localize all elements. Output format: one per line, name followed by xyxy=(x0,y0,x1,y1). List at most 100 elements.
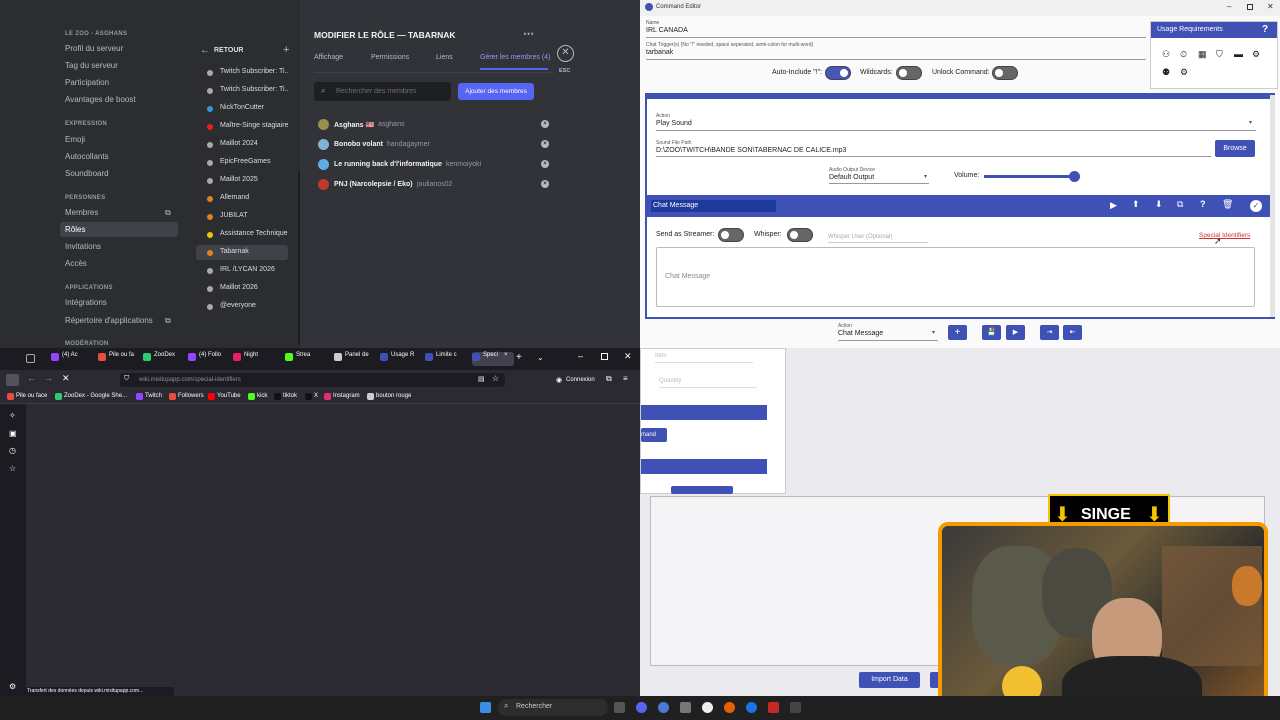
bookmark-item[interactable]: Followers xyxy=(169,393,204,400)
move-down-icon[interactable]: ⬇ xyxy=(1155,199,1163,210)
sidebar-toggle-icon[interactable] xyxy=(6,374,19,386)
volume-knob[interactable] xyxy=(1069,171,1081,182)
bookmark-item[interactable]: tiktok xyxy=(274,393,297,400)
whisper-toggle[interactable] xyxy=(787,228,813,242)
task-view-icon[interactable] xyxy=(614,702,625,713)
role-item[interactable]: IRL /LYCAN 2026 xyxy=(196,263,288,278)
start-icon[interactable] xyxy=(480,702,491,713)
delete-icon[interactable]: 🗑 xyxy=(1222,199,1233,210)
role-item[interactable]: Tabarnak xyxy=(196,245,288,260)
whisper-user-field[interactable]: Whisper User (Optional) xyxy=(828,234,892,240)
trigger-field[interactable]: tarbanak xyxy=(646,49,673,56)
action-type-select[interactable]: Play Sound xyxy=(656,120,692,127)
special-identifiers-link[interactable]: Special Identifiers xyxy=(1199,232,1250,239)
role-item[interactable]: Maître-Singe stagiaire xyxy=(196,119,288,134)
add-role-button[interactable]: + xyxy=(283,44,289,56)
browser-tab[interactable]: Night xyxy=(233,352,258,366)
back-icon[interactable]: ← xyxy=(27,373,36,383)
save-button[interactable]: 💾 xyxy=(982,325,1001,340)
role-item[interactable]: NickTonCutter xyxy=(196,101,288,116)
back-button[interactable]: RETOUR xyxy=(214,47,243,54)
dropdown-arrow-icon[interactable]: ▾ xyxy=(932,329,935,336)
synced-tabs-icon[interactable]: ▣ xyxy=(9,429,17,438)
role-item[interactable]: @everyone xyxy=(196,299,288,314)
menu-item[interactable]: Participation xyxy=(65,78,109,87)
browser-tab[interactable]: Speci × xyxy=(472,352,514,366)
maximize-button[interactable] xyxy=(1247,4,1253,10)
dropdown-arrow-icon[interactable]: ▾ xyxy=(1249,119,1252,126)
export-button[interactable]: ⇥ xyxy=(1040,325,1059,340)
back-arrow-icon[interactable]: ← xyxy=(200,45,210,56)
test-play-button[interactable]: ▶ xyxy=(1006,325,1025,340)
import-button[interactable]: ⇤ xyxy=(1063,325,1082,340)
files-icon[interactable] xyxy=(680,702,691,713)
app-icon[interactable] xyxy=(790,702,801,713)
url-bar[interactable]: ⛉ wiki.mixitupapp.com/special-identifier… xyxy=(120,373,505,387)
remove-member-icon[interactable]: × xyxy=(541,120,549,128)
menu-item[interactable]: Accès xyxy=(65,259,87,268)
tab-overview-icon[interactable] xyxy=(26,354,35,363)
role-item[interactable]: Maillot 2025 xyxy=(196,173,288,188)
minimize-button[interactable]: – xyxy=(1227,2,1231,11)
name-field[interactable]: IRL CANADA xyxy=(646,27,688,34)
check-icon[interactable]: ✓ xyxy=(1250,200,1262,212)
bookmark-item[interactable]: ZooDex - Google She... xyxy=(55,393,127,400)
bookmark-item[interactable]: YouTube xyxy=(208,393,241,400)
settings-icon[interactable]: ⚙ xyxy=(1252,49,1260,60)
tab-close-icon[interactable]: × xyxy=(504,352,508,358)
audio-device-select[interactable]: Default Output xyxy=(829,174,874,181)
role-item[interactable]: Maillot 2026 xyxy=(196,281,288,296)
bookmarks-icon[interactable]: ☆ xyxy=(9,464,16,473)
extensions-icon[interactable]: ⧉ xyxy=(606,374,612,384)
bookmark-item[interactable]: Instagram xyxy=(324,393,360,400)
browser-tab[interactable]: (4) Follo xyxy=(188,352,221,366)
close-icon[interactable]: ✕ xyxy=(557,45,574,62)
close-window-button[interactable]: ✕ xyxy=(624,351,632,362)
role-item[interactable]: Twitch Subscriber: Ti... xyxy=(196,83,288,98)
role-item[interactable]: Maillot 2024 xyxy=(196,137,288,152)
bookmark-star-icon[interactable]: ☆ xyxy=(492,374,499,383)
bookmark-item[interactable]: Twitch xyxy=(136,393,162,400)
role-item[interactable]: Allemand xyxy=(196,191,288,206)
actions-scrollbar[interactable] xyxy=(1270,95,1275,317)
currency-icon[interactable]: ▦ xyxy=(1198,49,1207,60)
inventory-icon[interactable]: ▬ xyxy=(1234,49,1243,59)
mixitup-icon[interactable] xyxy=(746,702,757,713)
minimize-button[interactable]: – xyxy=(578,351,583,361)
bookmark-item[interactable]: X xyxy=(305,393,318,400)
menu-item[interactable]: Intégrations xyxy=(65,298,107,307)
browser-tab[interactable]: ZooDex xyxy=(143,352,175,366)
auto-include-toggle[interactable] xyxy=(825,66,851,80)
menu-item[interactable]: Profil du serveur xyxy=(65,44,123,53)
action-name-field[interactable]: Chat Message xyxy=(651,200,776,212)
firefox-icon[interactable] xyxy=(724,702,735,713)
menu-item[interactable]: Autocollants xyxy=(65,152,109,161)
bookmark-item[interactable]: kick xyxy=(248,393,267,400)
volume-slider[interactable] xyxy=(984,171,1081,182)
browser-tab[interactable]: Panel de xyxy=(334,352,369,366)
browser-tab[interactable]: Usage R xyxy=(380,352,414,366)
shield-icon[interactable]: ⛉ xyxy=(124,375,129,383)
browser-tab[interactable]: Limite c xyxy=(425,352,457,366)
menu-icon[interactable]: ≡ xyxy=(623,374,628,383)
new-tab-button[interactable]: + xyxy=(516,352,522,363)
add-command-button[interactable] xyxy=(671,486,733,494)
wildcards-toggle[interactable] xyxy=(896,66,922,80)
add-members-button[interactable]: Ajouter des membres xyxy=(458,83,534,100)
add-action-button[interactable]: + xyxy=(948,325,967,340)
remove-member-icon[interactable]: × xyxy=(541,140,549,148)
unlock-command-toggle[interactable] xyxy=(992,66,1018,80)
play-icon[interactable]: ▶ xyxy=(1110,200,1117,211)
dropdown-arrow-icon[interactable]: ▾ xyxy=(924,173,927,180)
app-icon[interactable] xyxy=(768,702,779,713)
tab-manage-members[interactable]: Gérer les membres (4) xyxy=(480,54,550,61)
menu-item[interactable]: Avantages de boost xyxy=(65,95,136,104)
help-icon[interactable]: ? xyxy=(1262,24,1268,35)
discord-icon[interactable] xyxy=(636,702,647,713)
menu-item[interactable]: Membres xyxy=(65,208,98,217)
remove-member-icon[interactable]: × xyxy=(541,160,549,168)
taskbar-search[interactable]: ⌕ Rechercher xyxy=(498,699,608,716)
browser-tab[interactable]: Pile ou fa xyxy=(98,352,134,366)
command-button[interactable]: mand xyxy=(641,428,667,442)
sound-path-field[interactable]: D:\ZOO\TWITCH\BANDE SON\TABERNAC DE CALI… xyxy=(656,147,846,154)
